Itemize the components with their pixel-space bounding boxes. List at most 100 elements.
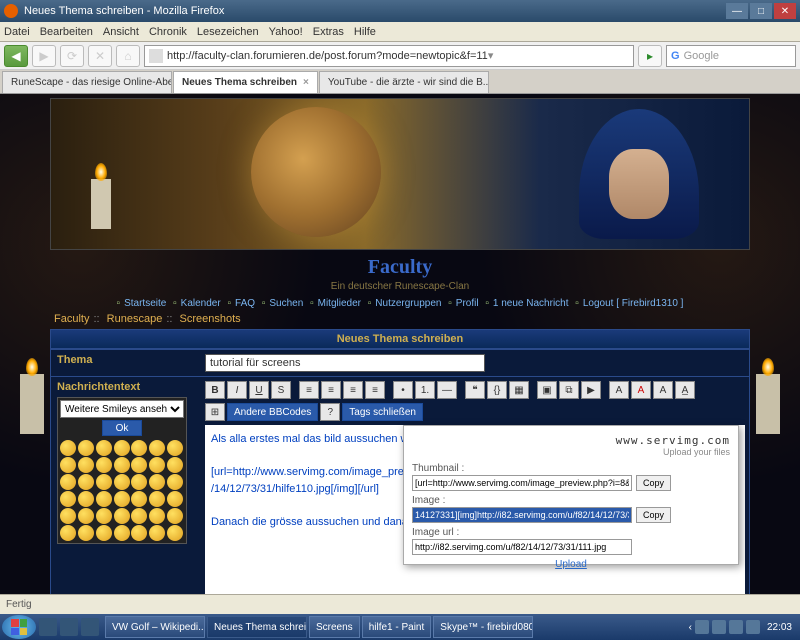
smiley-icon[interactable]	[149, 525, 165, 541]
copy-thumb-button[interactable]: Copy	[636, 475, 671, 491]
image-input[interactable]	[412, 507, 632, 523]
smiley-icon[interactable]	[167, 508, 183, 524]
list-ol-button[interactable]: 1.	[415, 381, 435, 399]
nav-suchen[interactable]: Suchen	[269, 298, 303, 309]
tray-icon[interactable]	[695, 620, 709, 634]
smiley-icon[interactable]	[167, 525, 183, 541]
tray-expand-icon[interactable]: ‹	[689, 622, 692, 633]
search-bar[interactable]: G Google	[666, 45, 796, 67]
nav-profil[interactable]: Profil	[456, 298, 479, 309]
subject-input[interactable]	[205, 354, 485, 372]
smiley-icon[interactable]	[149, 457, 165, 473]
task-paint[interactable]: hilfe1 - Paint	[362, 616, 432, 638]
smiley-icon[interactable]	[131, 457, 147, 473]
quicklaunch-icon[interactable]	[81, 618, 99, 636]
smiley-icon[interactable]	[131, 440, 147, 456]
thumbnail-input[interactable]	[412, 475, 632, 491]
minimize-button[interactable]: —	[726, 3, 748, 19]
url-bar[interactable]: http://faculty-clan.forumieren.de/post.f…	[144, 45, 634, 67]
nav-kalender[interactable]: Kalender	[181, 298, 221, 309]
smiley-ok-button[interactable]: Ok	[102, 420, 142, 436]
clock[interactable]: 22:03	[767, 622, 792, 633]
smiley-icon[interactable]	[96, 474, 112, 490]
smiley-icon[interactable]	[131, 525, 147, 541]
smiley-icon[interactable]	[60, 474, 76, 490]
bold-button[interactable]: B	[205, 381, 225, 399]
strike-button[interactable]: S	[271, 381, 291, 399]
quicklaunch-icon[interactable]	[39, 618, 57, 636]
help-button[interactable]: ?	[320, 403, 340, 421]
table-button[interactable]: ▦	[509, 381, 529, 399]
go-button[interactable]: ▸	[638, 45, 662, 67]
nav-nutzergruppen[interactable]: Nutzergruppen	[375, 298, 441, 309]
tray-icon[interactable]	[712, 620, 726, 634]
smiley-icon[interactable]	[78, 457, 94, 473]
back-button[interactable]: ◀	[4, 45, 28, 67]
tab-youtube[interactable]: YouTube - die ärzte - wir sind die B...×	[319, 71, 489, 93]
message-editor[interactable]: Als alla erstes mal das bild aussuchen w…	[205, 425, 745, 594]
align-center-button[interactable]: ≡	[321, 381, 341, 399]
smiley-icon[interactable]	[149, 440, 165, 456]
task-vwgolf[interactable]: VW Golf – Wikipedi...	[105, 616, 205, 638]
more-button[interactable]: A̲	[675, 381, 695, 399]
smiley-icon[interactable]	[167, 491, 183, 507]
tray-icon[interactable]	[729, 620, 743, 634]
tab-runescape[interactable]: RuneScape - das riesige Online-Abe...×	[2, 71, 172, 93]
imageurl-input[interactable]	[412, 539, 632, 555]
home-button[interactable]: ⌂	[116, 45, 140, 67]
italic-button[interactable]: I	[227, 381, 247, 399]
nav-startseite[interactable]: Startseite	[124, 298, 166, 309]
font-button[interactable]: A	[653, 381, 673, 399]
smiley-icon[interactable]	[114, 457, 130, 473]
video-button[interactable]: ▶	[581, 381, 601, 399]
smiley-select[interactable]: Weitere Smileys ansehen	[60, 400, 184, 418]
close-tags-button[interactable]: Tags schließen	[342, 403, 423, 421]
menu-bookmarks[interactable]: Lesezeichen	[197, 26, 259, 38]
smiley-icon[interactable]	[60, 440, 76, 456]
task-screens[interactable]: Screens	[309, 616, 360, 638]
menu-history[interactable]: Chronik	[149, 26, 187, 38]
reload-button[interactable]: ⟳	[60, 45, 84, 67]
smiley-icon[interactable]	[131, 474, 147, 490]
smiley-icon[interactable]	[149, 491, 165, 507]
align-right-button[interactable]: ≡	[343, 381, 363, 399]
task-firefox[interactable]: Neues Thema schrei...	[207, 616, 307, 638]
menu-edit[interactable]: Bearbeiten	[40, 26, 93, 38]
smiley-icon[interactable]	[149, 508, 165, 524]
smiley-icon[interactable]	[96, 440, 112, 456]
smiley-icon[interactable]	[131, 491, 147, 507]
smiley-icon[interactable]	[167, 440, 183, 456]
copy-image-button[interactable]: Copy	[636, 507, 671, 523]
smiley-icon[interactable]	[60, 491, 76, 507]
volume-icon[interactable]	[746, 620, 760, 634]
menu-help[interactable]: Hilfe	[354, 26, 376, 38]
task-skype[interactable]: Skype™ - firebird0804	[433, 616, 533, 638]
smiley-icon[interactable]	[78, 491, 94, 507]
close-button[interactable]: ✕	[774, 3, 796, 19]
crumb-runescape[interactable]: Runescape	[107, 313, 163, 325]
list-button[interactable]: •	[393, 381, 413, 399]
color-button[interactable]: A	[631, 381, 651, 399]
smiley-icon[interactable]	[131, 508, 147, 524]
nav-logout[interactable]: Logout [ Firebird1310 ]	[583, 298, 684, 309]
close-tab-icon[interactable]: ×	[303, 77, 309, 88]
smiley-icon[interactable]	[167, 457, 183, 473]
code-button[interactable]: {}	[487, 381, 507, 399]
smiley-icon[interactable]	[96, 457, 112, 473]
forward-button[interactable]: ▶	[32, 45, 56, 67]
size-button[interactable]: A	[609, 381, 629, 399]
smiley-icon[interactable]	[60, 525, 76, 541]
start-button[interactable]	[2, 615, 36, 639]
crumb-screenshots[interactable]: Screenshots	[180, 313, 241, 325]
image-button[interactable]: ▣	[537, 381, 557, 399]
smiley-icon[interactable]	[114, 474, 130, 490]
tab-neues-thema[interactable]: Neues Thema schreiben×	[173, 71, 318, 93]
stop-button[interactable]: ✕	[88, 45, 112, 67]
smiley-icon[interactable]	[167, 474, 183, 490]
quicklaunch-icon[interactable]	[60, 618, 78, 636]
smiley-icon[interactable]	[78, 525, 94, 541]
smiley-icon[interactable]	[114, 525, 130, 541]
nav-faq[interactable]: FAQ	[235, 298, 255, 309]
upload-link[interactable]: Upload	[412, 559, 730, 570]
nav-messages[interactable]: 1 neue Nachricht	[493, 298, 569, 309]
